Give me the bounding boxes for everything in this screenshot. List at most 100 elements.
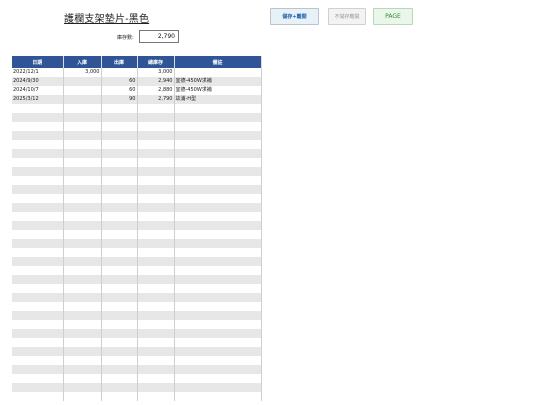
- cell-out[interactable]: [101, 203, 138, 212]
- cell-in[interactable]: [63, 311, 102, 320]
- table-row[interactable]: [12, 176, 262, 185]
- cell-in[interactable]: [63, 338, 102, 347]
- cell-note[interactable]: [174, 239, 262, 248]
- cell-stock[interactable]: [137, 239, 175, 248]
- cell-out[interactable]: [101, 392, 138, 401]
- cell-note[interactable]: [174, 185, 262, 194]
- table-row[interactable]: [12, 356, 262, 365]
- cell-date[interactable]: [12, 149, 64, 158]
- cell-stock[interactable]: [137, 383, 175, 392]
- cell-date[interactable]: [12, 374, 64, 383]
- cell-in[interactable]: [63, 284, 102, 293]
- cell-note[interactable]: 竑浦-H型: [174, 95, 262, 104]
- cell-date[interactable]: [12, 113, 64, 122]
- cell-note[interactable]: [174, 284, 262, 293]
- cell-in[interactable]: [63, 194, 102, 203]
- cell-in[interactable]: [63, 86, 102, 95]
- table-row[interactable]: [12, 122, 262, 131]
- cell-in[interactable]: [63, 140, 102, 149]
- table-row[interactable]: [12, 239, 262, 248]
- cell-out[interactable]: [101, 347, 138, 356]
- cell-out[interactable]: [101, 329, 138, 338]
- table-row[interactable]: [12, 266, 262, 275]
- cell-out[interactable]: [101, 158, 138, 167]
- cell-stock[interactable]: [137, 284, 175, 293]
- cell-out[interactable]: [101, 122, 138, 131]
- cell-out[interactable]: [101, 239, 138, 248]
- cell-in[interactable]: [63, 293, 102, 302]
- cell-note[interactable]: [174, 176, 262, 185]
- cell-stock[interactable]: [137, 230, 175, 239]
- cell-stock[interactable]: [137, 338, 175, 347]
- cell-out[interactable]: [101, 266, 138, 275]
- table-row[interactable]: [12, 194, 262, 203]
- table-row[interactable]: [12, 221, 262, 230]
- table-row[interactable]: [12, 374, 262, 383]
- table-row[interactable]: [12, 383, 262, 392]
- table-row[interactable]: [12, 158, 262, 167]
- cell-note[interactable]: [174, 104, 262, 113]
- cell-note[interactable]: [174, 392, 262, 401]
- cell-in[interactable]: [63, 221, 102, 230]
- cell-out[interactable]: [101, 104, 138, 113]
- cell-note[interactable]: [174, 311, 262, 320]
- cell-stock[interactable]: [137, 122, 175, 131]
- cell-date[interactable]: [12, 185, 64, 194]
- cell-date[interactable]: [12, 320, 64, 329]
- cell-in[interactable]: [63, 131, 102, 140]
- table-row[interactable]: [12, 302, 262, 311]
- cell-note[interactable]: 宜德-450W求補: [174, 86, 262, 95]
- cell-note[interactable]: [174, 275, 262, 284]
- cell-out[interactable]: [101, 257, 138, 266]
- cell-stock[interactable]: [137, 329, 175, 338]
- cell-note[interactable]: [174, 338, 262, 347]
- cell-date[interactable]: [12, 248, 64, 257]
- cell-note[interactable]: [174, 140, 262, 149]
- cell-note[interactable]: [174, 329, 262, 338]
- cell-out[interactable]: [101, 230, 138, 239]
- table-row[interactable]: [12, 167, 262, 176]
- cell-stock[interactable]: [137, 104, 175, 113]
- cell-note[interactable]: [174, 347, 262, 356]
- cell-stock[interactable]: 2,940: [137, 77, 175, 86]
- table-row[interactable]: [12, 104, 262, 113]
- cell-stock[interactable]: [137, 167, 175, 176]
- table-row[interactable]: [12, 329, 262, 338]
- table-row[interactable]: 2024/9/30 60 2,940 宜德-450W求補: [12, 77, 262, 86]
- table-row[interactable]: 2024/10/7 60 2,880 宜德-450W求補: [12, 86, 262, 95]
- cell-in[interactable]: [63, 122, 102, 131]
- cell-note[interactable]: 宜德-450W求補: [174, 77, 262, 86]
- cell-date[interactable]: [12, 122, 64, 131]
- cell-out[interactable]: [101, 176, 138, 185]
- cell-note[interactable]: [174, 221, 262, 230]
- cell-in[interactable]: [63, 212, 102, 221]
- cell-note[interactable]: [174, 203, 262, 212]
- cell-out[interactable]: [101, 140, 138, 149]
- table-row[interactable]: [12, 311, 262, 320]
- cell-in[interactable]: [63, 275, 102, 284]
- cell-out[interactable]: 90: [101, 95, 138, 104]
- cell-in[interactable]: [63, 113, 102, 122]
- cell-stock[interactable]: [137, 320, 175, 329]
- cell-stock[interactable]: [137, 311, 175, 320]
- cell-stock[interactable]: [137, 194, 175, 203]
- cell-note[interactable]: [174, 131, 262, 140]
- cell-out[interactable]: 60: [101, 77, 138, 86]
- cell-date[interactable]: [12, 293, 64, 302]
- cell-out[interactable]: [101, 212, 138, 221]
- cell-note[interactable]: [174, 302, 262, 311]
- cell-note[interactable]: [174, 356, 262, 365]
- cell-in[interactable]: [63, 158, 102, 167]
- cell-out[interactable]: [101, 302, 138, 311]
- cell-date[interactable]: [12, 131, 64, 140]
- cell-out[interactable]: [101, 113, 138, 122]
- cell-in[interactable]: [63, 383, 102, 392]
- cell-out[interactable]: [101, 320, 138, 329]
- table-row[interactable]: [12, 131, 262, 140]
- exit-without-save-button[interactable]: 不儲存離開: [328, 8, 366, 25]
- cell-stock[interactable]: [137, 158, 175, 167]
- cell-in[interactable]: [63, 329, 102, 338]
- table-row[interactable]: [12, 149, 262, 158]
- cell-stock[interactable]: 2,880: [137, 86, 175, 95]
- cell-date[interactable]: 2022/12/1: [12, 68, 64, 77]
